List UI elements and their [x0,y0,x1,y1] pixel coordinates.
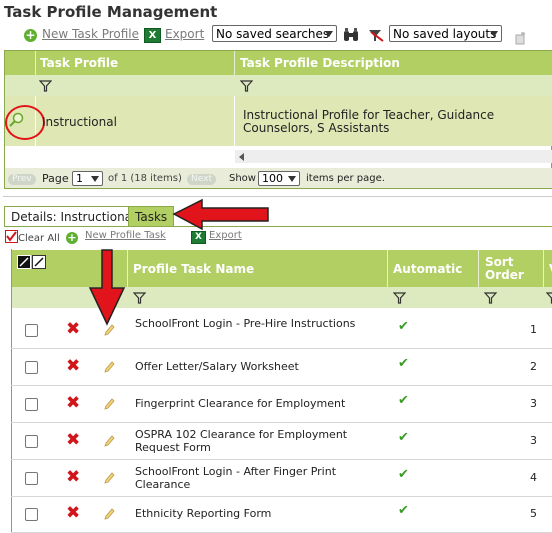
sort-order-value: 5 [530,507,537,520]
export-link[interactable]: Export [165,27,204,41]
filter-icon[interactable] [133,292,146,304]
task-name: Ethnicity Reporting Form [135,507,272,520]
edit-pencil-icon[interactable] [103,434,115,447]
saved-layouts-value: No saved layouts [393,27,497,41]
chevron-down-icon [288,176,296,182]
task-name: SchoolFront Login - Pre-Hire Instruction… [135,317,356,330]
items-per-page-select[interactable]: 100 [258,171,300,186]
prev-button[interactable]: Prev [8,174,36,185]
page-title: Task Profile Management [4,3,218,21]
tab-tasks[interactable]: Tasks [128,206,175,226]
annotation-arrow-left [172,198,269,231]
automatic-check-icon: ✔ [398,466,409,482]
delete-icon[interactable]: ✖ [66,431,80,449]
page-of-text: of 1 (18 items) [108,173,182,184]
add-icon[interactable]: + [66,232,78,244]
chevron-down-icon [91,176,99,182]
clear-all-checkbox-icon[interactable] [5,230,18,243]
automatic-check-icon: ✔ [398,355,409,371]
sort-order-value: 1 [530,323,537,336]
edit-pencil-icon[interactable] [103,508,115,520]
excel-icon[interactable]: X [191,231,206,244]
automatic-check-icon: ✔ [398,429,409,445]
new-profile-task-link[interactable]: New Profile Task [85,230,166,241]
items-per-page-text: items per page. [306,173,385,184]
delete-icon[interactable]: ✖ [66,357,80,375]
sort-order-value: 3 [530,396,537,410]
sort-order-value: 4 [530,470,537,484]
col-profile-task-name[interactable]: Profile Task Name [133,262,254,276]
filter-icon[interactable] [484,292,497,304]
new-task-profile-link[interactable]: New Task Profile [42,27,139,41]
row-checkbox[interactable] [25,471,38,485]
delete-icon[interactable]: ✖ [66,321,80,338]
next-button[interactable]: Next [187,174,216,185]
tab-details[interactable]: Details: Instructional [4,206,143,226]
clear-filter-icon[interactable] [368,28,384,42]
add-icon[interactable]: + [24,29,37,42]
sort-order-value: 2 [530,359,537,373]
items-per-page-value: 100 [262,172,283,185]
col-automatic[interactable]: Automatic [393,262,462,276]
task-name: SchoolFront Login - After Finger Print C… [135,464,337,491]
filter-icon[interactable] [39,80,52,92]
row-checkbox[interactable] [25,324,38,337]
chevron-down-icon [325,31,333,37]
annotation-circle [5,105,45,140]
annotation-arrow-down [88,249,126,326]
edit-pencil-icon[interactable] [103,471,115,484]
saved-searches-value: No saved searches [216,27,330,41]
task-export-link[interactable]: Export [209,230,242,241]
delete-icon[interactable]: ✖ [66,394,80,412]
page-select[interactable]: 1 [72,171,103,186]
filter-icon[interactable] [393,292,406,304]
edit-pencil-icon[interactable] [103,397,115,410]
task-name: Offer Letter/Salary Worksheet [135,359,299,373]
filter-icon[interactable] [546,292,552,304]
scroll-left-icon[interactable] [239,153,244,161]
page-label: Page [42,172,69,185]
row-checkbox[interactable] [25,360,38,374]
filter-icon[interactable] [240,80,253,92]
binoculars-icon[interactable] [343,28,359,42]
horizontal-scrollbar[interactable] [235,150,552,163]
delete-icon[interactable]: ✖ [66,505,80,522]
saved-searches-select[interactable]: No saved searches [212,25,337,42]
edit-pencil-icon[interactable] [103,360,115,373]
profile-name: Instructional [42,115,117,129]
col-sort-order-line2: Order [485,268,524,282]
layout-icon[interactable] [514,31,526,45]
select-all-toggle-icon[interactable] [17,255,47,269]
task-name: Fingerprint Clearance for Employment [135,396,346,410]
page-value: 1 [76,172,83,185]
excel-icon[interactable]: X [144,28,161,43]
profile-description: Instructional Profile for Teacher, Guida… [243,108,495,135]
col-task-profile[interactable]: Task Profile [40,56,118,70]
saved-layouts-select[interactable]: No saved layouts [389,25,502,42]
automatic-check-icon: ✔ [398,319,409,334]
chevron-down-icon [490,31,498,37]
profile-filter-row [5,75,552,96]
automatic-check-icon: ✔ [398,503,409,518]
clear-all-link[interactable]: Clear All [18,233,60,244]
delete-icon[interactable]: ✖ [66,468,80,486]
col-sort-order[interactable]: Sort Order [485,256,524,282]
task-name: OSPRA 102 Clearance for Employment Reque… [135,427,348,454]
sort-order-value: 3 [530,433,537,447]
row-checkbox[interactable] [25,434,38,448]
row-checkbox[interactable] [25,397,38,411]
col-task-profile-description[interactable]: Task Profile Description [240,56,400,70]
automatic-check-icon: ✔ [398,392,409,408]
row-checkbox[interactable] [25,508,38,521]
show-label: Show [229,173,256,184]
